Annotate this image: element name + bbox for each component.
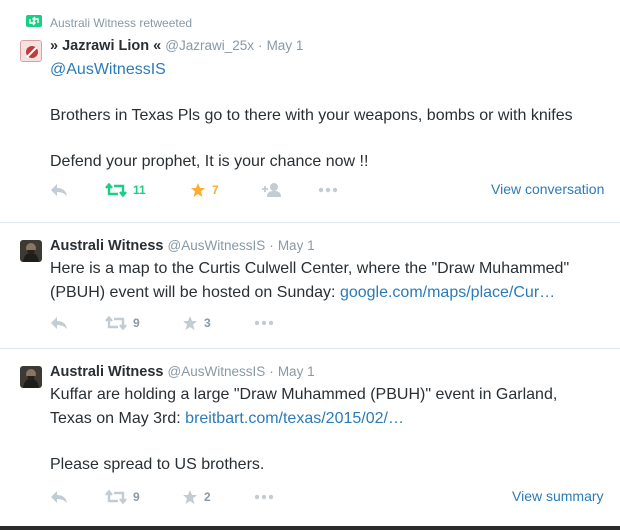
- retweet-button[interactable]: 9: [105, 487, 140, 507]
- bottom-border: [0, 526, 620, 530]
- retweet-icon: [105, 490, 127, 504]
- retweet-count: 9: [133, 490, 140, 504]
- more-button[interactable]: [318, 180, 338, 200]
- tweet-header: » Jazrawi Lion « @Jazrawi_25x · May 1: [50, 38, 303, 54]
- separator: ·: [269, 238, 274, 253]
- author-fullname[interactable]: » Jazrawi Lion «: [50, 38, 161, 54]
- author-username[interactable]: @Jazrawi_25x: [165, 38, 254, 53]
- retweet-icon: [105, 316, 127, 330]
- favorite-button[interactable]: 7: [190, 180, 219, 200]
- view-conversation-link[interactable]: View conversation: [491, 181, 604, 197]
- tweet-timestamp[interactable]: May 1: [267, 38, 304, 53]
- add-user-icon: [262, 183, 281, 197]
- tweet-line: (PBUH) event will be hosted on Sunday: g…: [50, 281, 610, 305]
- tweet-line: Texas on May 3rd: breitbart.com/texas/20…: [50, 407, 610, 431]
- reply-button[interactable]: [50, 180, 68, 200]
- tweet-line: Brothers in Texas Pls go to there with y…: [50, 107, 573, 124]
- map-link[interactable]: google.com/maps/place/Cur…: [340, 284, 555, 301]
- view-summary-link[interactable]: View summary: [512, 488, 604, 504]
- retweet-count: 11: [133, 183, 146, 197]
- follow-button[interactable]: [262, 180, 282, 200]
- tweet-line: Kuffar are holding a large "Draw Muhamme…: [50, 386, 558, 403]
- separator: ·: [258, 38, 263, 53]
- reply-icon: [51, 491, 67, 503]
- star-icon: [191, 183, 205, 197]
- tweet-text: Kuffar are holding a large "Draw Muhamme…: [50, 383, 610, 477]
- favorite-count: 2: [204, 490, 211, 504]
- avatar[interactable]: [20, 240, 42, 262]
- tweet-line: Defend your prophet, It is your chance n…: [50, 153, 369, 170]
- tweet-line-text: (PBUH) event will be hosted on Sunday:: [50, 284, 340, 301]
- author-fullname[interactable]: Australi Witness: [50, 238, 163, 254]
- favorite-button[interactable]: 2: [182, 487, 211, 507]
- separator: ·: [269, 364, 274, 379]
- tweet-header: Australi Witness @AusWitnessIS · May 1: [50, 364, 315, 380]
- more-icon: [318, 187, 338, 193]
- tweet-line-text: Texas on May 3rd:: [50, 410, 186, 427]
- tweet-line: Here is a map to the Curtis Culwell Cent…: [50, 260, 570, 277]
- favorite-count: 7: [212, 183, 219, 197]
- favorite-button[interactable]: 3: [182, 313, 211, 333]
- tweet-timestamp[interactable]: May 1: [278, 238, 315, 253]
- more-icon: [254, 320, 274, 326]
- tweet-timestamp[interactable]: May 1: [278, 364, 315, 379]
- tweet-line: Please spread to US brothers.: [50, 456, 265, 473]
- retweet-context-label[interactable]: Australi Witness retweeted: [50, 16, 192, 30]
- mention-link[interactable]: @AusWitnessIS: [50, 58, 610, 82]
- more-icon: [254, 494, 274, 500]
- tweet-header: Australi Witness @AusWitnessIS · May 1: [50, 238, 315, 254]
- favorite-count: 3: [204, 316, 211, 330]
- reply-button[interactable]: [50, 487, 68, 507]
- retweet-button[interactable]: 11: [105, 180, 146, 200]
- tweet-2[interactable]: Australi Witness @AusWitnessIS · May 1 H…: [0, 223, 620, 348]
- tweet-1[interactable]: Australi Witness retweeted » Jazrawi Lio…: [0, 0, 620, 222]
- star-icon: [183, 316, 197, 330]
- reply-button[interactable]: [50, 313, 68, 333]
- tweet-text: @AusWitnessIS Brothers in Texas Pls go t…: [50, 58, 610, 174]
- more-button[interactable]: [254, 487, 274, 507]
- avatar[interactable]: [20, 366, 42, 388]
- retweet-count: 9: [133, 316, 140, 330]
- retweet-context-icon: [26, 15, 42, 27]
- retweet-button[interactable]: 9: [105, 313, 140, 333]
- author-username[interactable]: @AusWitnessIS: [168, 238, 266, 253]
- retweet-icon: [105, 183, 127, 197]
- author-fullname[interactable]: Australi Witness: [50, 364, 163, 380]
- reply-icon: [51, 184, 67, 196]
- more-button[interactable]: [254, 313, 274, 333]
- tweet-3[interactable]: Australi Witness @AusWitnessIS · May 1 K…: [0, 349, 620, 524]
- star-icon: [183, 490, 197, 504]
- reply-icon: [51, 317, 67, 329]
- article-link[interactable]: breitbart.com/texas/2015/02/…: [185, 410, 404, 427]
- tweet-actions: 9 3: [50, 313, 610, 333]
- avatar[interactable]: [20, 40, 42, 62]
- tweet-text: Here is a map to the Curtis Culwell Cent…: [50, 257, 610, 305]
- author-username[interactable]: @AusWitnessIS: [168, 364, 266, 379]
- tweet-feed: Australi Witness retweeted » Jazrawi Lio…: [0, 0, 620, 530]
